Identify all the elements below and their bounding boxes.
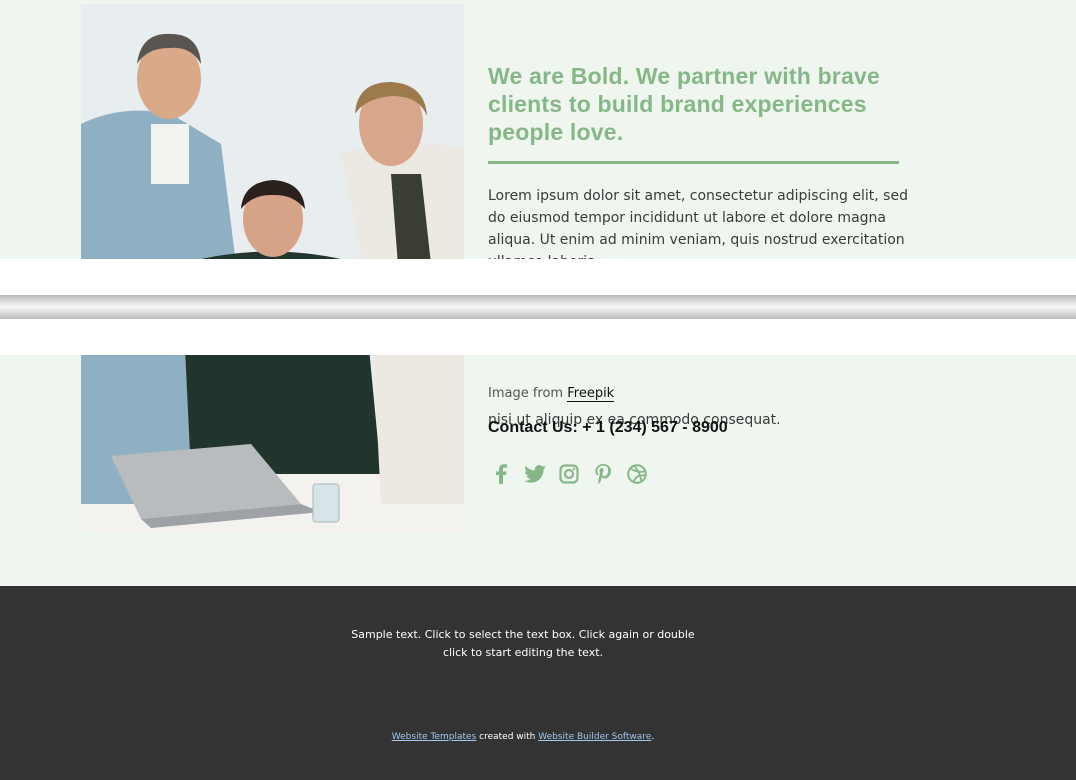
image-credit: Image from Freepik bbox=[488, 386, 615, 402]
contact-phone: Contact Us: + 1 (234) 567 - 8900 bbox=[488, 419, 728, 436]
footer: Sample text. Click to select the text bo… bbox=[0, 586, 1076, 780]
social-links bbox=[490, 462, 648, 486]
twitter-icon[interactable] bbox=[524, 462, 546, 486]
website-builder-link[interactable]: Website Builder Software bbox=[538, 732, 651, 742]
footer-sample-line: click to start editing the text. bbox=[442, 646, 604, 659]
credits-end: . bbox=[651, 732, 655, 742]
band-shading bbox=[0, 295, 1076, 319]
credit-prefix: Image from bbox=[488, 386, 568, 401]
footer-sample-text[interactable]: Sample text. Click to select the text bo… bbox=[0, 626, 1046, 662]
instagram-icon[interactable] bbox=[558, 462, 580, 486]
credits-middle: created with bbox=[476, 732, 539, 742]
about-content: We are Bold. We partner with brave clien… bbox=[488, 62, 928, 428]
freepik-link[interactable]: Freepik bbox=[567, 386, 615, 402]
divider bbox=[488, 161, 899, 164]
screen-tear-overlay bbox=[0, 259, 1076, 355]
headline: We are Bold. We partner with brave clien… bbox=[488, 63, 880, 145]
dribbble-icon[interactable] bbox=[626, 462, 648, 486]
website-templates-link[interactable]: Website Templates bbox=[392, 732, 477, 742]
footer-credits: Website Templates created with Website B… bbox=[0, 732, 1046, 742]
footer-sample-line: Sample text. Click to select the text bo… bbox=[351, 628, 695, 641]
facebook-icon[interactable] bbox=[490, 462, 512, 486]
pinterest-icon[interactable] bbox=[592, 462, 614, 486]
